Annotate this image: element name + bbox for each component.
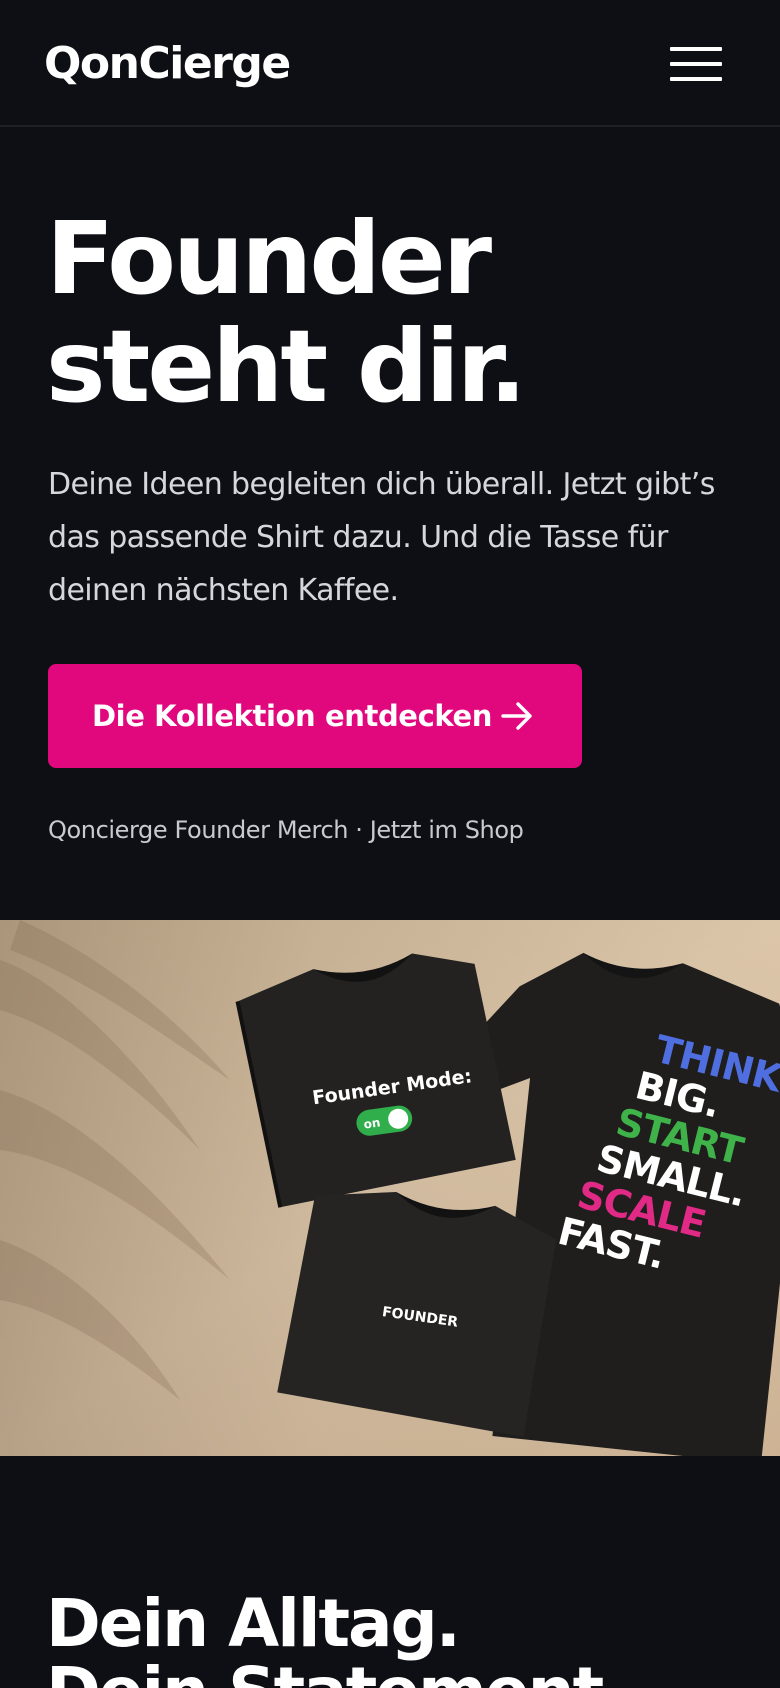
menu-bar-middle: [670, 62, 722, 66]
arrow-right-icon: [501, 702, 532, 730]
hamburger-menu-icon[interactable]: [664, 42, 728, 86]
product-photo: THINK BIG. START SMALL. SCALE FAST. Foun…: [0, 920, 780, 1456]
site-header: QonCierge: [0, 0, 780, 127]
menu-bar-bottom: [670, 77, 722, 81]
collection-cta-button[interactable]: Die Kollektion entdecken: [48, 664, 582, 768]
hero-title-line1: Founder: [46, 200, 492, 317]
menu-bar-top: [670, 47, 722, 51]
hero-description: Deine Ideen begleiten dich überall. Jetz…: [48, 467, 715, 608]
section-title-line1: Dein Alltag.: [46, 1585, 461, 1662]
hero-title-line2: steht dir.: [46, 308, 527, 425]
cta-label: Die Kollektion entdecken: [92, 699, 492, 733]
section-title: Dein Alltag. Dein Statement.: [46, 1590, 780, 1688]
hero-title: Founder steht dir.: [46, 205, 746, 421]
section-title-line2: Dein Statement.: [46, 1658, 780, 1688]
logo[interactable]: QonCierge: [44, 36, 291, 92]
hero-subline: Qoncierge Founder Merch · Jetzt im Shop: [48, 816, 524, 844]
shirt-toggle-text: on: [363, 1115, 382, 1131]
product-photo-illustration: THINK BIG. START SMALL. SCALE FAST. Foun…: [0, 920, 780, 1456]
